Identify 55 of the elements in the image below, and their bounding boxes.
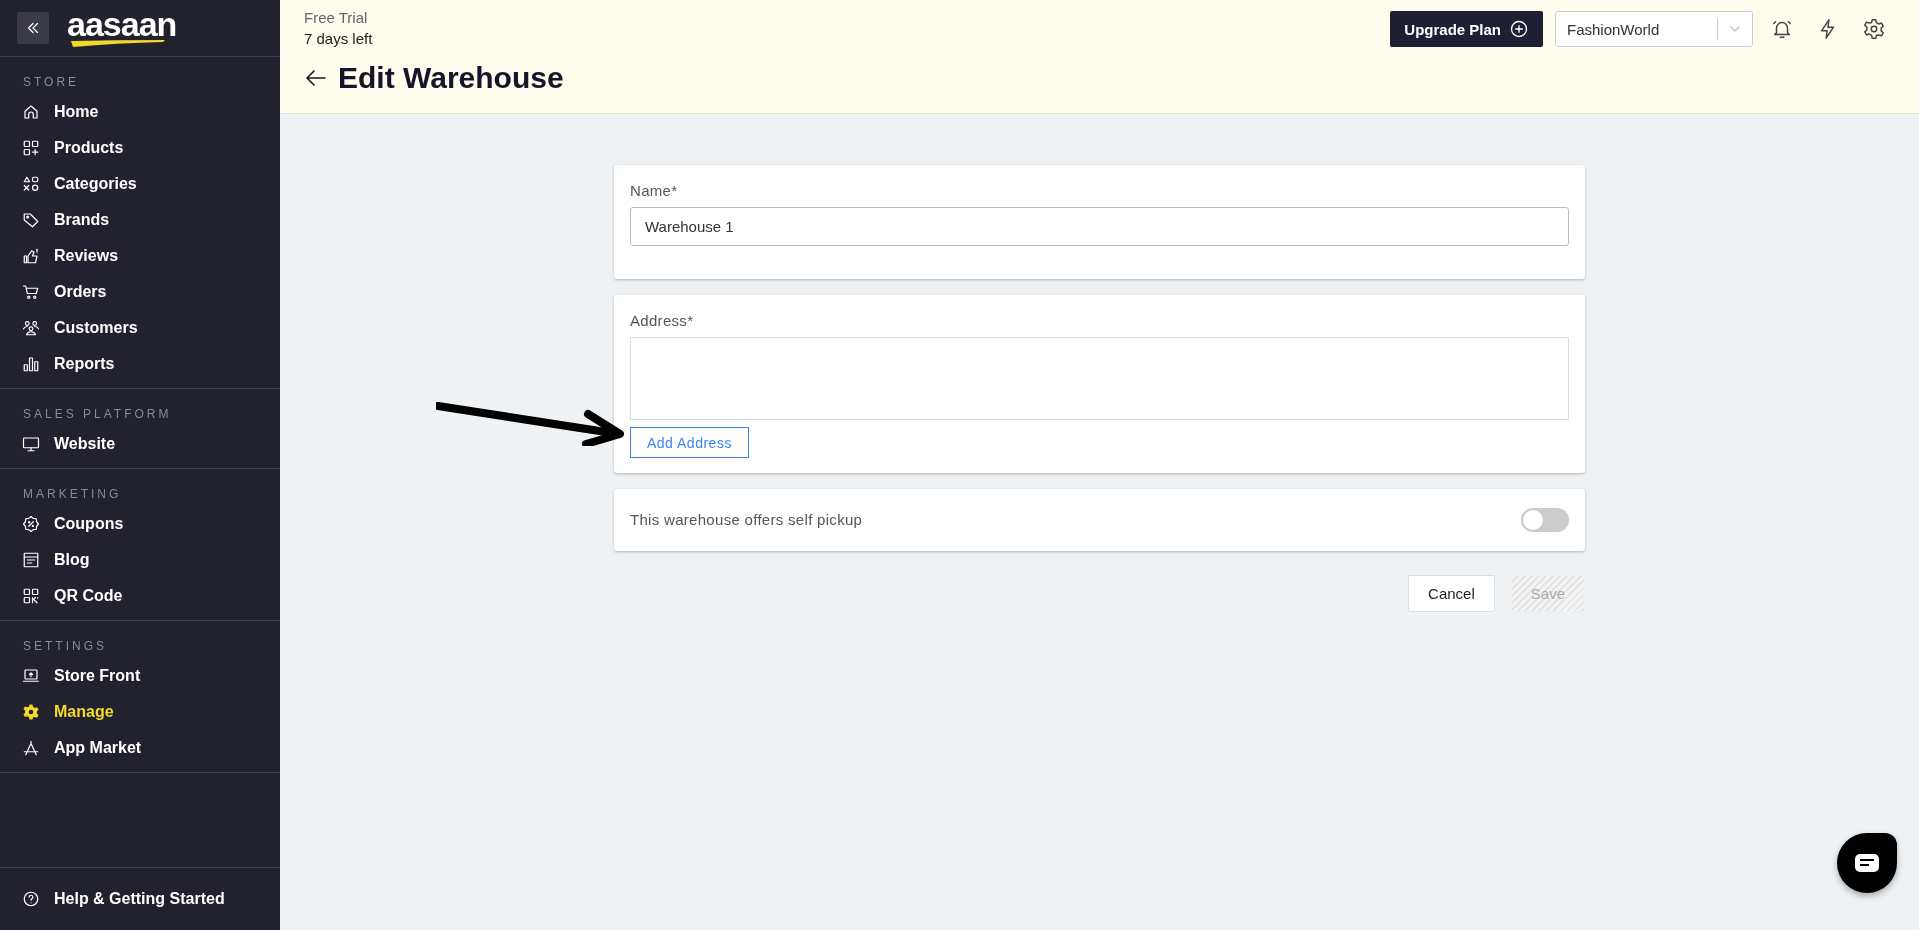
logo-text: aasaan	[67, 9, 177, 39]
home-icon	[22, 103, 40, 121]
chat-icon	[1855, 854, 1879, 872]
grid-plus-icon	[22, 139, 40, 157]
self-pickup-toggle[interactable]	[1521, 508, 1569, 532]
sidebar-item[interactable]: App Market	[0, 730, 280, 766]
plus-circle-icon	[1509, 19, 1529, 39]
section-heading: MARKETING	[23, 486, 122, 503]
sidebar-item[interactable]: Brands	[0, 202, 280, 238]
sidebar-item[interactable]: Website	[0, 426, 280, 462]
sidebar-item[interactable]: Products	[0, 130, 280, 166]
section-heading: SETTINGS	[23, 638, 107, 655]
help-icon	[22, 890, 40, 908]
section-heading: SALES PLATFORM	[23, 406, 172, 423]
shapes-icon	[22, 175, 40, 193]
upgrade-plan-button[interactable]: Upgrade Plan	[1390, 11, 1543, 47]
store-select[interactable]: FashionWorld	[1555, 11, 1753, 47]
sidebar-item[interactable]: Home	[0, 94, 280, 130]
settings-icon	[1863, 18, 1885, 40]
document-icon	[22, 551, 40, 569]
gear-icon	[22, 703, 40, 721]
collapse-button[interactable]	[17, 12, 49, 44]
bell-icon	[1771, 18, 1793, 40]
address-label: Address*	[630, 311, 694, 331]
cart-icon	[22, 283, 40, 301]
self-pickup-label: This warehouse offers self pickup	[630, 510, 863, 530]
sidebar-item[interactable]: Reviews	[0, 238, 280, 274]
trial-label: Free Trial	[304, 8, 369, 28]
sidebar-item[interactable]: Coupons	[0, 506, 280, 542]
badge-percent-icon	[22, 515, 40, 533]
thumbs-up-icon	[22, 247, 40, 265]
monitor-icon	[22, 435, 40, 453]
cancel-button[interactable]: Cancel	[1408, 575, 1495, 612]
sidebar-item[interactable]: Customers	[0, 310, 280, 346]
laptop-icon	[22, 667, 40, 685]
sidebar-item[interactable]: Orders	[0, 274, 280, 310]
chat-button[interactable]	[1837, 833, 1897, 893]
qr-code-icon	[22, 587, 40, 605]
name-label: Name*	[630, 181, 678, 201]
sidebar-item[interactable]: Blog	[0, 542, 280, 578]
add-address-button[interactable]: Add Address	[630, 427, 749, 458]
sidebar-item[interactable]: Store Front	[0, 658, 280, 694]
page-title: Edit Warehouse	[338, 61, 564, 95]
trial-remaining: 7 days left	[304, 29, 373, 49]
help-link[interactable]: Help & Getting Started	[0, 881, 280, 917]
bar-chart-icon	[22, 355, 40, 373]
sidebar-item[interactable]: Manage	[0, 694, 280, 730]
name-input[interactable]: Warehouse 1	[630, 207, 1569, 246]
sidebar-item[interactable]: Categories	[0, 166, 280, 202]
people-icon	[22, 319, 40, 337]
section-heading: STORE	[23, 74, 80, 91]
sidebar-item[interactable]: Reports	[0, 346, 280, 382]
sidebar-item[interactable]: QR Code	[0, 578, 280, 614]
compass-drawing-icon	[22, 739, 40, 757]
tag-icon	[22, 211, 40, 229]
